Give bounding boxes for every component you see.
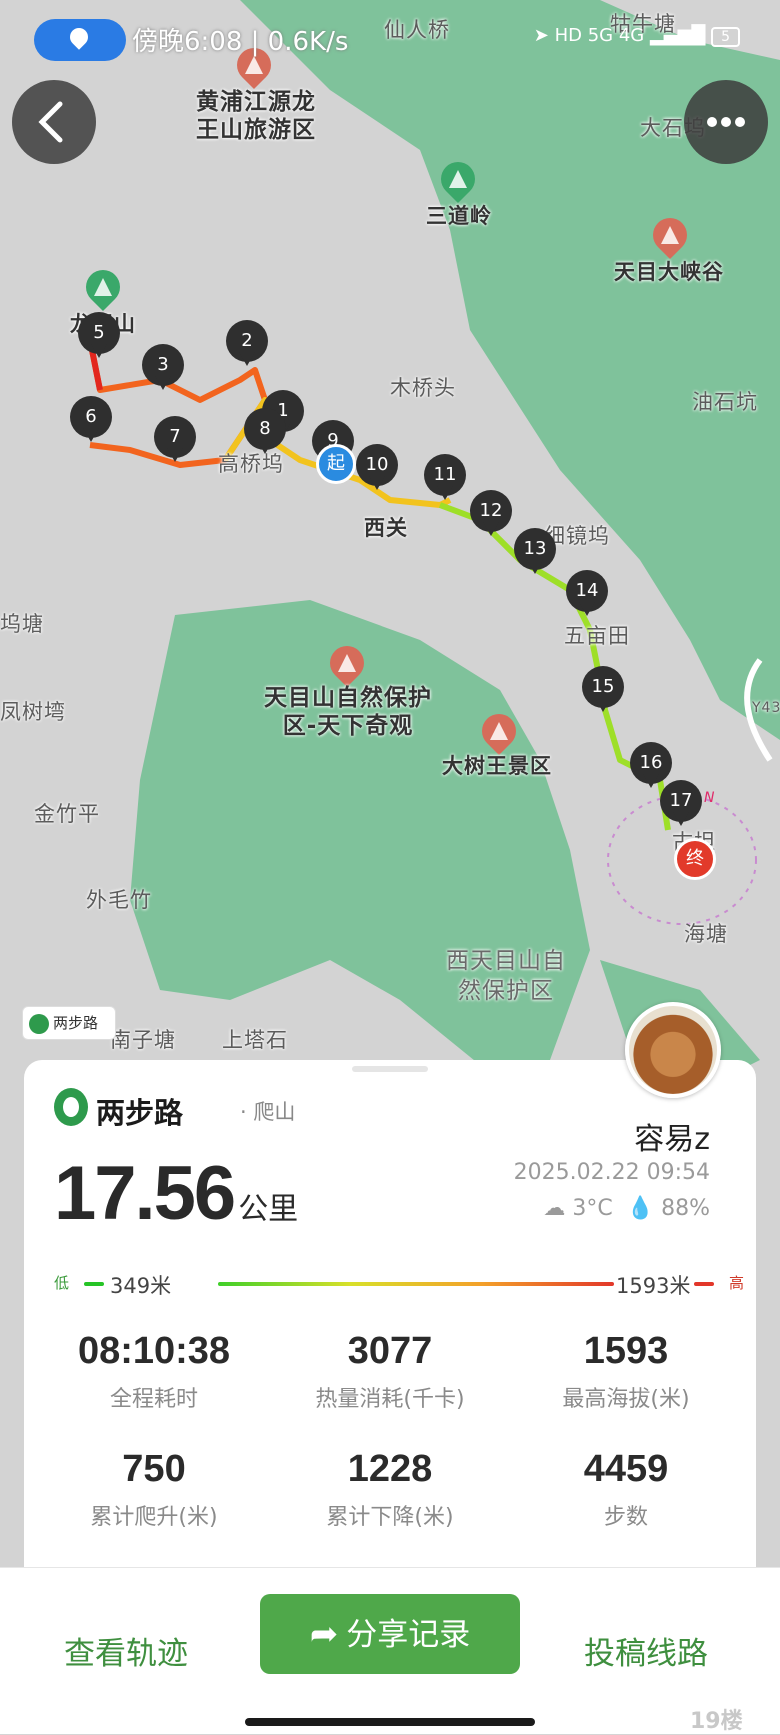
map-label: 凤树塆 <box>0 700 66 724</box>
drag-handle[interactable] <box>352 1066 428 1072</box>
track-summary-card: 两步路 · 爬山 容易z 2025.02.22 09:54 ☁ 3°C 💧 88… <box>24 1060 756 1580</box>
bottom-action-bar: 查看轨迹 ➦ 分享记录 投稿线路 19楼 <box>0 1567 780 1734</box>
map-label: 天目大峡谷 <box>614 260 724 284</box>
chevron-left-icon <box>38 101 63 143</box>
share-label: 分享记录 <box>346 1617 471 1653</box>
status-bar: 傍晚6:08 | 0.6K/s ➤ HD 5G 4G ▂▄▆█ 5 <box>0 15 780 65</box>
brand-chip: 两步路 <box>22 1006 116 1040</box>
map-label: 黄浦江源龙 王山旅游区 <box>196 89 316 143</box>
battery-icon: 5 <box>711 27 740 47</box>
humidity-icon: 💧 <box>626 1196 655 1221</box>
map-label: 大树王景区 <box>442 754 552 778</box>
map-label: 外毛竹 <box>86 888 152 912</box>
elevation-gradient <box>218 1282 614 1286</box>
start-marker[interactable]: 起 <box>316 444 356 484</box>
status-icons: ➤ HD 5G 4G ▂▄▆█ 5 <box>534 25 740 47</box>
map-label: 上塔石 <box>222 1028 288 1052</box>
distance-unit: 公里 <box>238 1192 299 1227</box>
avatar[interactable] <box>625 1002 721 1098</box>
signal-label: HD 5G 4G <box>554 25 645 46</box>
map-label: 海塘 <box>684 922 728 946</box>
map-label: 油石坑 <box>692 390 758 414</box>
elevation-low-label: 低 <box>54 1274 70 1292</box>
map-label: 五亩田 <box>564 624 630 648</box>
map-label: 天目山自然保护 区-天下奇观 <box>264 685 432 739</box>
record-datetime: 2025.02.22 09:54 <box>513 1160 710 1185</box>
km-marker[interactable]: 8 <box>244 408 286 458</box>
end-marker[interactable]: 终 <box>674 838 716 880</box>
stat-steps: 4459 步数 <box>583 1448 669 1530</box>
km-marker[interactable]: 6 <box>70 396 112 446</box>
navigation-arrow-icon: ➤ <box>533 25 549 46</box>
compass-north-icon: N <box>704 790 715 806</box>
brand-logo-icon <box>29 1013 49 1034</box>
map-label: 西天目山自 然保护区 <box>446 948 566 1004</box>
brand-logo-icon <box>54 1088 88 1126</box>
more-button[interactable] <box>684 80 768 164</box>
elevation-bar: 低 349米 1593米 高 <box>54 1270 744 1300</box>
km-marker[interactable]: 10 <box>356 444 398 494</box>
share-record-button[interactable]: ➦ 分享记录 <box>260 1594 520 1674</box>
username: 容易z <box>634 1122 710 1157</box>
weather: ☁ 3°C 💧 88% <box>543 1196 710 1221</box>
location-pill[interactable] <box>34 19 126 61</box>
location-pin-icon <box>66 24 92 50</box>
km-marker[interactable]: 3 <box>142 344 184 394</box>
signal-bars-icon: ▂▄▆█ <box>649 25 706 46</box>
map-label: 三道岭 <box>426 204 492 228</box>
view-track-button[interactable]: 查看轨迹 <box>64 1628 188 1673</box>
km-marker[interactable]: 11 <box>424 454 466 504</box>
km-marker[interactable]: 12 <box>470 490 512 540</box>
map-label: 西关 <box>364 516 408 540</box>
cloud-icon: ☁ <box>543 1196 566 1221</box>
share-arrow-icon: ➦ <box>309 1614 339 1654</box>
km-marker[interactable]: 14 <box>566 570 608 620</box>
km-marker[interactable]: 5 <box>78 312 120 362</box>
map-label: 南子塘 <box>110 1028 176 1052</box>
brand-name: 两步路 <box>96 1096 184 1130</box>
km-marker[interactable]: 15 <box>582 666 624 716</box>
stat-calories: 3077 热量消耗(千卡) <box>315 1330 465 1412</box>
map-label: 坞塘 <box>0 612 44 636</box>
map-label: Y43 <box>752 700 780 716</box>
temperature: 3°C <box>572 1196 613 1221</box>
distance-value: 17.56 <box>54 1151 236 1236</box>
back-button[interactable] <box>12 80 96 164</box>
km-marker[interactable]: 7 <box>154 416 196 466</box>
submit-route-button[interactable]: 投稿线路 <box>584 1628 708 1673</box>
status-time: 傍晚6:08 | 0.6K/s <box>132 27 349 57</box>
distance: 17.56 公里 <box>54 1150 298 1237</box>
map-label: 木桥头 <box>390 376 456 400</box>
map-label: 金竹平 <box>34 802 100 826</box>
km-marker[interactable]: 13 <box>514 528 556 578</box>
km-marker[interactable]: 17 <box>660 780 702 830</box>
home-indicator[interactable] <box>245 1718 535 1726</box>
humidity: 88% <box>661 1196 710 1221</box>
stat-ascent: 750 累计爬升(米) <box>90 1448 218 1530</box>
elevation-min: 349米 <box>110 1274 172 1298</box>
elevation-max: 1593米 <box>616 1274 691 1298</box>
stat-duration: 08:10:38 全程耗时 <box>77 1330 231 1412</box>
more-dots-icon <box>707 117 745 127</box>
elevation-high-label: 高 <box>728 1274 744 1292</box>
stat-descent: 1228 累计下降(米) <box>326 1448 454 1530</box>
watermark: 19楼 <box>690 1709 743 1734</box>
km-marker[interactable]: 2 <box>226 320 268 370</box>
activity-type: · 爬山 <box>240 1100 296 1124</box>
stat-max-altitude: 1593 最高海拔(米) <box>562 1330 690 1412</box>
